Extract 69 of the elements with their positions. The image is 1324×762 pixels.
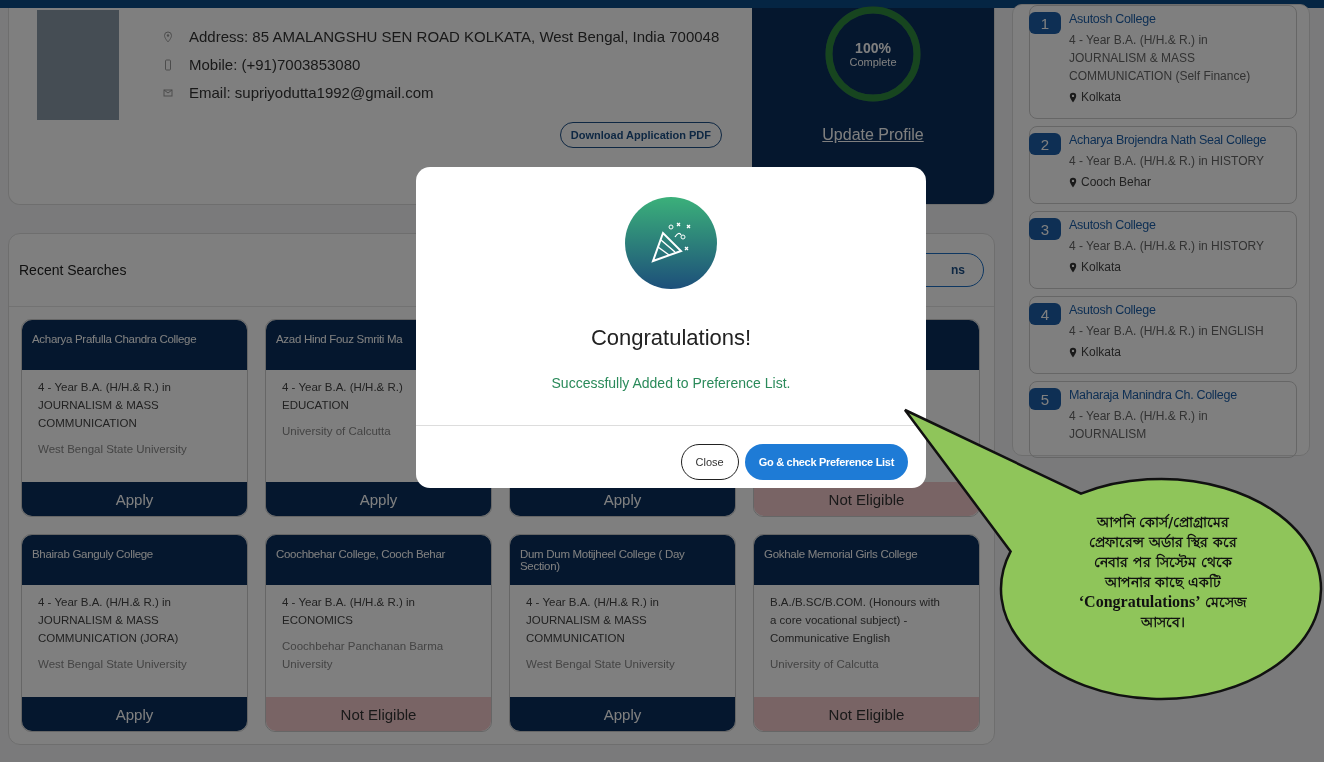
university-name: West Bengal State University	[38, 442, 188, 457]
college-name: Coochbehar College, Cooch Behar	[276, 548, 446, 560]
apply-button[interactable]: Apply	[510, 697, 735, 731]
college-name: Maharaja Manindra Ch. College	[1069, 388, 1238, 402]
college-name: Asutosh College	[1069, 218, 1157, 232]
college-name: Dum Dum Motijheel College ( Day Section)	[520, 548, 686, 572]
location-pin-icon	[1069, 261, 1077, 273]
preference-item[interactable]: 2 Acharya Brojendra Nath Seal College 4 - Year B.A. (H/H.& R.) in HISTORY Cooch Behar	[1029, 126, 1297, 204]
university-name: Coochbehar Panchanan Barma University	[282, 639, 445, 672]
course-name: 4 - Year B.A. (H/H.& R.) in JOURNALISM	[1069, 408, 1209, 443]
dialog-title: Congratulations!	[590, 325, 752, 351]
college-name: Bhairab Ganguly College	[32, 548, 153, 560]
apply-button[interactable]: Apply	[266, 482, 491, 516]
location-pin-icon	[1069, 176, 1077, 188]
mail-icon	[163, 87, 173, 99]
preference-item[interactable]: 5 Maharaja Manindra Ch. College 4 - Year B.A. (H/H.& R.) in JOURNALISM	[1029, 381, 1297, 458]
location-text: Cooch Behar	[1081, 175, 1152, 189]
rank-badge: 4	[1029, 303, 1061, 325]
college-name: Azad Hind Fouz Smriti Ma	[276, 333, 403, 345]
rank-badge: 5	[1029, 388, 1061, 410]
update-profile-link[interactable]: Update Profile	[822, 126, 924, 144]
college-name: Asutosh College	[1069, 303, 1157, 317]
course-name: 4 - Year B.A. (H/H.& R.) in JOURNALISM & MASS COMMUNICATION	[38, 380, 172, 431]
course-name: 4 - Year B.A. (H/H.& R.) in JOURNALISM & MASS COMMUNICATION	[526, 595, 660, 646]
course-name: 4 - Year B.A. (H/H.& R.) in JOURNALISM & MASS COMMUNICATION (JORA)	[38, 595, 180, 646]
location-text: Kolkata	[1081, 260, 1122, 274]
preference-list-button[interactable]: Go & check Preference List	[744, 444, 908, 480]
party-popper-icon	[625, 197, 717, 289]
apply-button[interactable]: Apply	[22, 482, 247, 516]
location-pin-icon	[1069, 346, 1077, 358]
not-eligible-label: Not Eligible	[266, 697, 491, 731]
success-message: Successfully Added to Preference List.	[551, 375, 791, 391]
location-text: Kolkata	[1081, 345, 1122, 359]
college-name: Gokhale Memorial Girls College	[764, 548, 918, 560]
rank-badge: 1	[1029, 12, 1061, 34]
university-name: University of Calcutta	[770, 657, 880, 672]
completion-caption: Complete	[849, 56, 897, 68]
college-name: Acharya Brojendra Nath Seal College	[1069, 133, 1267, 147]
course-name: B.A./B.SC/B.COM. (Honours with a core vocational subject) - Communicative English	[770, 595, 941, 646]
rank-badge: 3	[1029, 218, 1061, 240]
preference-item[interactable]: 1 Asutosh College 4 - Year B.A. (H/H.& R.) in JOURNALISM & MASS COMMUNICATION (Self Finance) Kolkata	[1029, 5, 1297, 119]
section-title: Recent Searches	[19, 262, 127, 278]
mobile-text: Mobile: (+91)7003853080	[189, 55, 361, 75]
phone-icon	[163, 59, 173, 71]
college-name: Acharya Prafulla Chandra College	[32, 333, 197, 345]
course-name: 4 - Year B.A. (H/H.& R.) in JOURNALISM & MASS COMMUNICATION (Self Finance)	[1069, 32, 1252, 85]
university-name: West Bengal State University	[38, 657, 188, 672]
preference-item[interactable]: 3 Asutosh College 4 - Year B.A. (H/H.& R.) in HISTORY Kolkata	[1029, 211, 1297, 289]
course-name: 4 - Year B.A. (H/H.& R.) in HISTORY	[1069, 238, 1264, 255]
course-name: 4 - Year B.A. (H/H.& R.) in ECONOMICS	[282, 595, 416, 628]
download-pdf-button[interactable]: Download Application PDF	[559, 122, 722, 148]
course-name: 4 - Year B.A. (H/H.& R.) EDUCATION	[282, 380, 404, 413]
rank-badge: 2	[1029, 133, 1061, 155]
address-text: Address: 85 AMALANGSHU SEN ROAD KOLKATA, West Bengal, India 700048	[189, 27, 720, 47]
location-pin-icon	[163, 31, 173, 43]
university-name: West Bengal State University	[526, 657, 676, 672]
course-name: 4 - Year B.A. (H/H.& R.) in HISTORY	[1069, 153, 1265, 170]
close-button[interactable]: Close	[680, 444, 739, 480]
location-text: Kolkata	[1081, 90, 1122, 104]
completion-percent: 100%	[855, 40, 891, 56]
location-pin-icon	[1069, 91, 1077, 103]
not-eligible-label: Not Eligible	[754, 697, 979, 731]
college-name: Asutosh College	[1069, 12, 1157, 26]
email-text: Email: supriyodutta1992@gmail.com	[189, 83, 434, 103]
preference-item[interactable]: 4 Asutosh College 4 - Year B.A. (H/H.& R.) in ENGLISH Kolkata	[1029, 296, 1297, 374]
university-name: University of Calcutta	[282, 424, 392, 439]
callout-text: আপনি কোর্স/প্রোগ্রামের প্রেফারেন্স অর্ডার স্থির করে নেবার পর সিস্টেম থেকে আপনার কাছে একটি ‘Congratulations’ মেসেজ আসবে।	[1077, 512, 1249, 632]
course-name: 4 - Year B.A. (H/H.& R.) in ENGLISH	[1069, 323, 1264, 340]
apply-button[interactable]: Apply	[22, 697, 247, 731]
